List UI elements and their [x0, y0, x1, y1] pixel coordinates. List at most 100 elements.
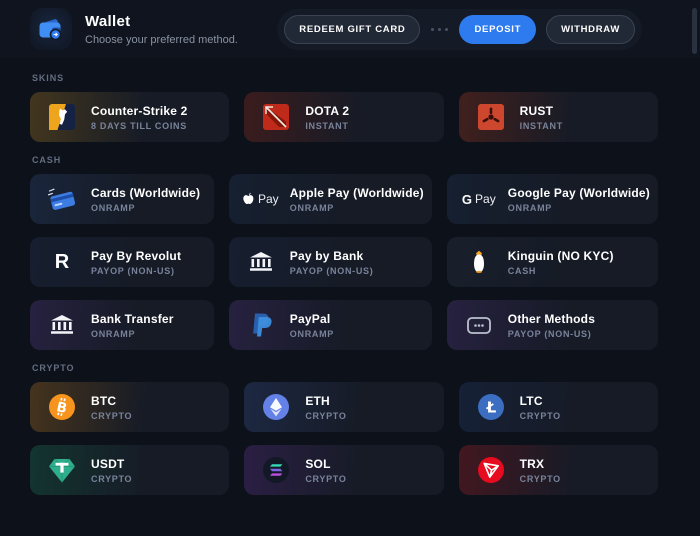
method-card-dota2[interactable]: DOTA 2 INSTANT [244, 92, 444, 142]
dota2-icon [255, 96, 297, 138]
method-title: Pay by Bank [289, 248, 364, 263]
method-title: Google Pay (Worldwide) [507, 185, 650, 200]
method-text: Other Methods PAYOP (NON-US) [508, 312, 595, 339]
method-subtitle: CRYPTO [305, 410, 347, 421]
method-card-ltc[interactable]: Ł LTC CRYPTO [458, 382, 658, 432]
method-card-apple-pay[interactable]: Pay Apple Pay (Worldwide) ONRAMP [228, 174, 432, 224]
method-subtitle: ONRAMP [91, 328, 136, 339]
credit-card-icon [41, 178, 83, 220]
method-text: TRX CRYPTO [520, 457, 561, 484]
method-title: BTC [91, 393, 117, 408]
withdraw-button[interactable]: WITHDRAW [546, 14, 635, 44]
method-subtitle: INSTANT [519, 120, 563, 131]
method-subtitle: ONRAMP [289, 328, 334, 339]
method-title: PayPal [289, 311, 331, 326]
method-title: ETH [305, 393, 330, 408]
method-subtitle: CRYPTO [91, 410, 133, 421]
eth-icon [255, 386, 297, 428]
bank-icon [41, 304, 83, 346]
method-title: Cards (Worldwide) [91, 185, 201, 200]
method-title: SOL [305, 456, 331, 471]
bank-icon [240, 241, 282, 283]
method-card-cs2[interactable]: Counter-Strike 2 8 DAYS TILL COINS [30, 92, 230, 142]
method-text: Kinguin (NO KYC) CASH [508, 249, 614, 276]
method-title: Apple Pay (Worldwide) [289, 185, 424, 200]
method-card-eth[interactable]: ETH CRYPTO [244, 382, 444, 432]
method-subtitle: CRYPTO [519, 473, 561, 484]
usdt-icon [41, 449, 83, 491]
method-text: USDT CRYPTO [91, 457, 132, 484]
wallet-icon [30, 8, 72, 50]
method-title: Counter-Strike 2 [91, 103, 188, 118]
wallet-header: Wallet Choose your preferred method. RED… [0, 0, 700, 58]
method-card-revolut[interactable]: R Pay By Revolut PAYOP (NON-US) [30, 237, 214, 287]
method-text: Pay by Bank PAYOP (NON-US) [290, 249, 374, 276]
method-card-sol[interactable]: SOL CRYPTO [244, 445, 444, 495]
method-section: CASH Cards (Worldwide) ONRAMP Pay Apple … [30, 155, 658, 350]
section-label: SKINS [32, 73, 65, 83]
method-title: Other Methods [507, 311, 596, 326]
ltc-icon: Ł [470, 386, 512, 428]
header-text: Wallet Choose your preferred method. [85, 13, 238, 46]
section-grid: B BTC CRYPTO ETH CRYPTO Ł LTC CRYPTO USD… [30, 382, 658, 495]
page-subtitle: Choose your preferred method. [85, 33, 238, 46]
method-title: Kinguin (NO KYC) [507, 248, 614, 263]
method-text: LTC CRYPTO [520, 394, 561, 421]
method-text: RUST INSTANT [520, 104, 563, 131]
method-subtitle: ONRAMP [91, 202, 136, 213]
method-card-other-methods[interactable]: Other Methods PAYOP (NON-US) [446, 300, 658, 350]
paypal-icon [240, 304, 282, 346]
trx-icon [470, 449, 512, 491]
method-text: BTC CRYPTO [91, 394, 132, 421]
method-title: DOTA 2 [305, 103, 350, 118]
method-text: DOTA 2 INSTANT [305, 104, 349, 131]
method-card-btc[interactable]: B BTC CRYPTO [30, 382, 230, 432]
cs2-icon [41, 96, 83, 138]
method-title: TRX [519, 456, 545, 471]
method-card-trx[interactable]: TRX CRYPTO [458, 445, 658, 495]
wallet-actions: REDEEM GIFT CARD DEPOSIT WITHDRAW [277, 8, 642, 50]
method-card-paypal[interactable]: PayPal ONRAMP [228, 300, 432, 350]
kinguin-icon [458, 241, 500, 283]
method-title: Pay By Revolut [91, 248, 182, 263]
method-subtitle: CRYPTO [91, 473, 133, 484]
method-text: Pay By Revolut PAYOP (NON-US) [91, 249, 181, 276]
section-label: CASH [32, 155, 62, 165]
method-subtitle: ONRAMP [507, 202, 552, 213]
method-subtitle: INSTANT [305, 120, 349, 131]
method-text: Cards (Worldwide) ONRAMP [91, 186, 200, 213]
redeem-gift-card-button[interactable]: REDEEM GIFT CARD [284, 14, 421, 44]
svg-text:Ł: Ł [485, 399, 496, 417]
deposit-button[interactable]: DEPOSIT [459, 14, 537, 44]
section-grid: Cards (Worldwide) ONRAMP Pay Apple Pay (… [30, 174, 658, 350]
method-card-rust[interactable]: RUST INSTANT [458, 92, 658, 142]
method-title: Bank Transfer [91, 311, 174, 326]
sol-icon [255, 449, 297, 491]
method-section: SKINS Counter-Strike 2 8 DAYS TILL COINS… [30, 73, 658, 142]
method-subtitle: 8 DAYS TILL COINS [91, 120, 187, 131]
method-card-bank[interactable]: Pay by Bank PAYOP (NON-US) [228, 237, 432, 287]
scrollbar[interactable] [692, 8, 697, 54]
method-text: Apple Pay (Worldwide) ONRAMP [290, 186, 424, 213]
method-card-usdt[interactable]: USDT CRYPTO [30, 445, 230, 495]
method-card-credit-card[interactable]: Cards (Worldwide) ONRAMP [30, 174, 214, 224]
section-grid: Counter-Strike 2 8 DAYS TILL COINS DOTA … [30, 92, 658, 142]
method-subtitle: CASH [507, 265, 537, 276]
method-title: USDT [91, 456, 125, 471]
method-subtitle: PAYOP (NON-US) [91, 265, 175, 276]
method-subtitle: PAYOP (NON-US) [289, 265, 374, 276]
method-text: ETH CRYPTO [305, 394, 346, 421]
method-card-google-pay[interactable]: G Pay Google Pay (Worldwide) ONRAMP [446, 174, 658, 224]
google-pay-icon: G Pay [461, 191, 496, 207]
wallet-page: Wallet Choose your preferred method. RED… [0, 0, 700, 536]
method-text: SOL CRYPTO [305, 457, 346, 484]
method-section: CRYPTO B BTC CRYPTO ETH CRYPTO Ł LTC CRY… [30, 363, 658, 495]
method-subtitle: ONRAMP [289, 202, 334, 213]
section-label: CRYPTO [32, 363, 75, 373]
method-title: LTC [519, 393, 543, 408]
sections: SKINS Counter-Strike 2 8 DAYS TILL COINS… [0, 58, 700, 495]
method-card-bank[interactable]: Bank Transfer ONRAMP [30, 300, 214, 350]
method-subtitle: CRYPTO [519, 410, 561, 421]
actions-separator-dots [430, 27, 449, 31]
method-card-kinguin[interactable]: Kinguin (NO KYC) CASH [446, 237, 658, 287]
